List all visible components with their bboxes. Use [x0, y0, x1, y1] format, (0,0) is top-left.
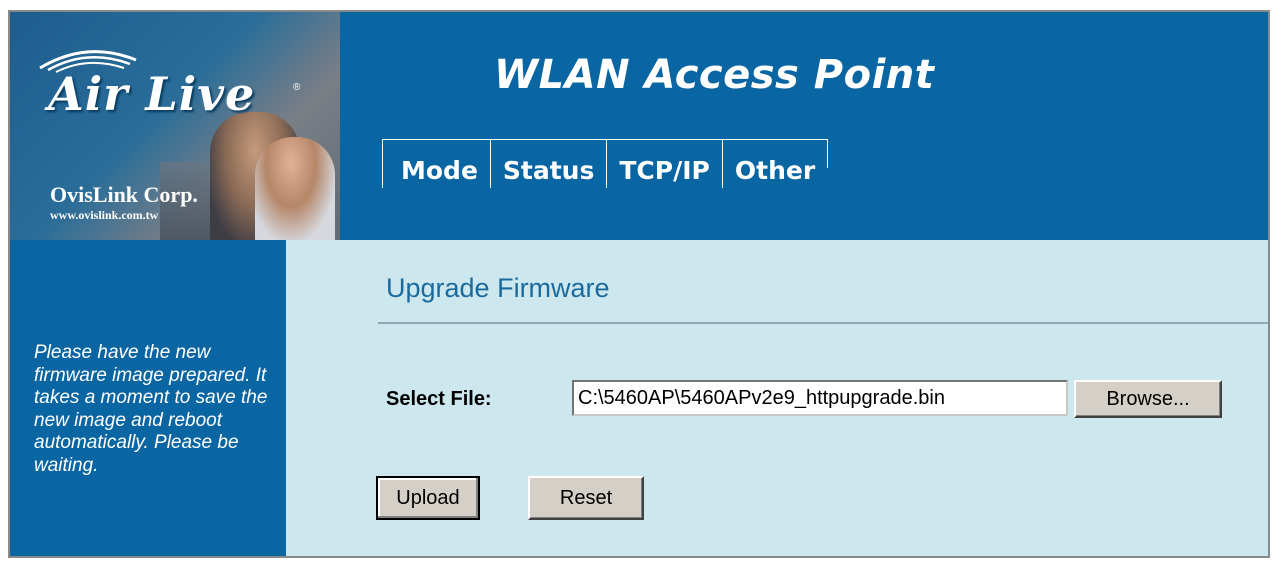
- page-title: Upgrade Firmware: [386, 273, 610, 303]
- top-nav: Mode Status TCP/IP Other: [382, 139, 829, 188]
- browser-frame: Air Live ® OvisLink Corp. www.ovislink.c…: [8, 10, 1270, 558]
- header-banner: Air Live ® OvisLink Corp. www.ovislink.c…: [10, 12, 1268, 240]
- nav-tcpip[interactable]: TCP/IP: [606, 140, 721, 188]
- upload-button[interactable]: Upload: [376, 476, 480, 520]
- nav-other[interactable]: Other: [721, 140, 827, 188]
- select-file-label: Select File:: [386, 388, 492, 410]
- company-url: www.ovislink.com.tw: [50, 208, 159, 222]
- browse-button[interactable]: Browse...: [1074, 380, 1222, 418]
- reset-button[interactable]: Reset: [528, 476, 644, 520]
- company-name: OvisLink Corp.: [50, 182, 198, 207]
- sidebar: Please have the new firmware image prepa…: [10, 240, 286, 556]
- logo-photo-child: [255, 137, 335, 240]
- airlive-logo: Air Live ® OvisLink Corp. www.ovislink.c…: [10, 12, 340, 240]
- nav-mode[interactable]: Mode: [382, 140, 490, 188]
- nav-status[interactable]: Status: [489, 140, 606, 188]
- file-path-input[interactable]: [572, 380, 1068, 416]
- nav-end-divider: [827, 140, 829, 168]
- title-divider: [378, 322, 1268, 324]
- registered-mark: ®: [293, 82, 301, 93]
- help-text: Please have the new firmware image prepa…: [34, 342, 268, 476]
- app-title: WLAN Access Point: [494, 52, 935, 98]
- main-content: Upgrade Firmware Select File: Browse... …: [286, 240, 1268, 556]
- brand-name: Air Live: [48, 67, 256, 121]
